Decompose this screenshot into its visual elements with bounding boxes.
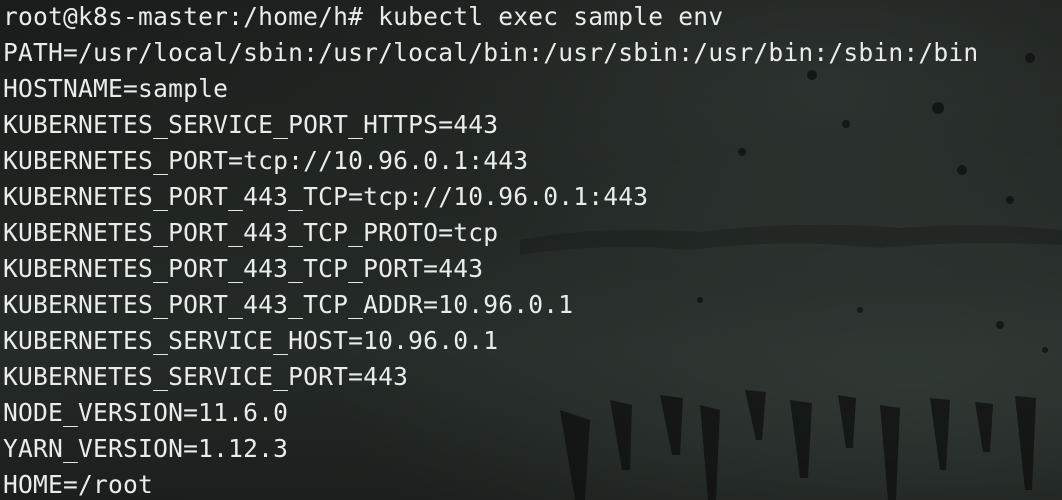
env-line-kubernetes-port: KUBERNETES_PORT=tcp://10.96.0.1:443 — [3, 146, 529, 175]
env-line-hostname: HOSTNAME=sample — [3, 74, 229, 103]
env-line-kubernetes-port-443-tcp-addr: KUBERNETES_PORT_443_TCP_ADDR=10.96.0.1 — [3, 290, 574, 319]
env-line-kubernetes-service-port: KUBERNETES_SERVICE_PORT=443 — [3, 362, 409, 391]
env-line-kubernetes-port-443-tcp-proto: KUBERNETES_PORT_443_TCP_PROTO=tcp — [3, 218, 499, 247]
terminal-output: root@k8s-master:/home/h# kubectl exec sa… — [3, 0, 1059, 500]
env-line-kubernetes-port-443-tcp-port: KUBERNETES_PORT_443_TCP_PORT=443 — [3, 254, 484, 283]
env-line-kubernetes-service-host: KUBERNETES_SERVICE_HOST=10.96.0.1 — [3, 326, 499, 355]
terminal-window[interactable]: root@k8s-master:/home/h# kubectl exec sa… — [0, 0, 1062, 500]
env-line-path: PATH=/usr/local/sbin:/usr/local/bin:/usr… — [3, 38, 979, 67]
command-prompt-line: root@k8s-master:/home/h# kubectl exec sa… — [3, 2, 724, 31]
env-line-kubernetes-service-port-https: KUBERNETES_SERVICE_PORT_HTTPS=443 — [3, 110, 499, 139]
env-line-home: HOME=/root — [3, 470, 154, 499]
env-line-yarn-version: YARN_VERSION=1.12.3 — [3, 434, 289, 463]
env-line-kubernetes-port-443-tcp: KUBERNETES_PORT_443_TCP=tcp://10.96.0.1:… — [3, 182, 649, 211]
env-line-node-version: NODE_VERSION=11.6.0 — [3, 398, 289, 427]
